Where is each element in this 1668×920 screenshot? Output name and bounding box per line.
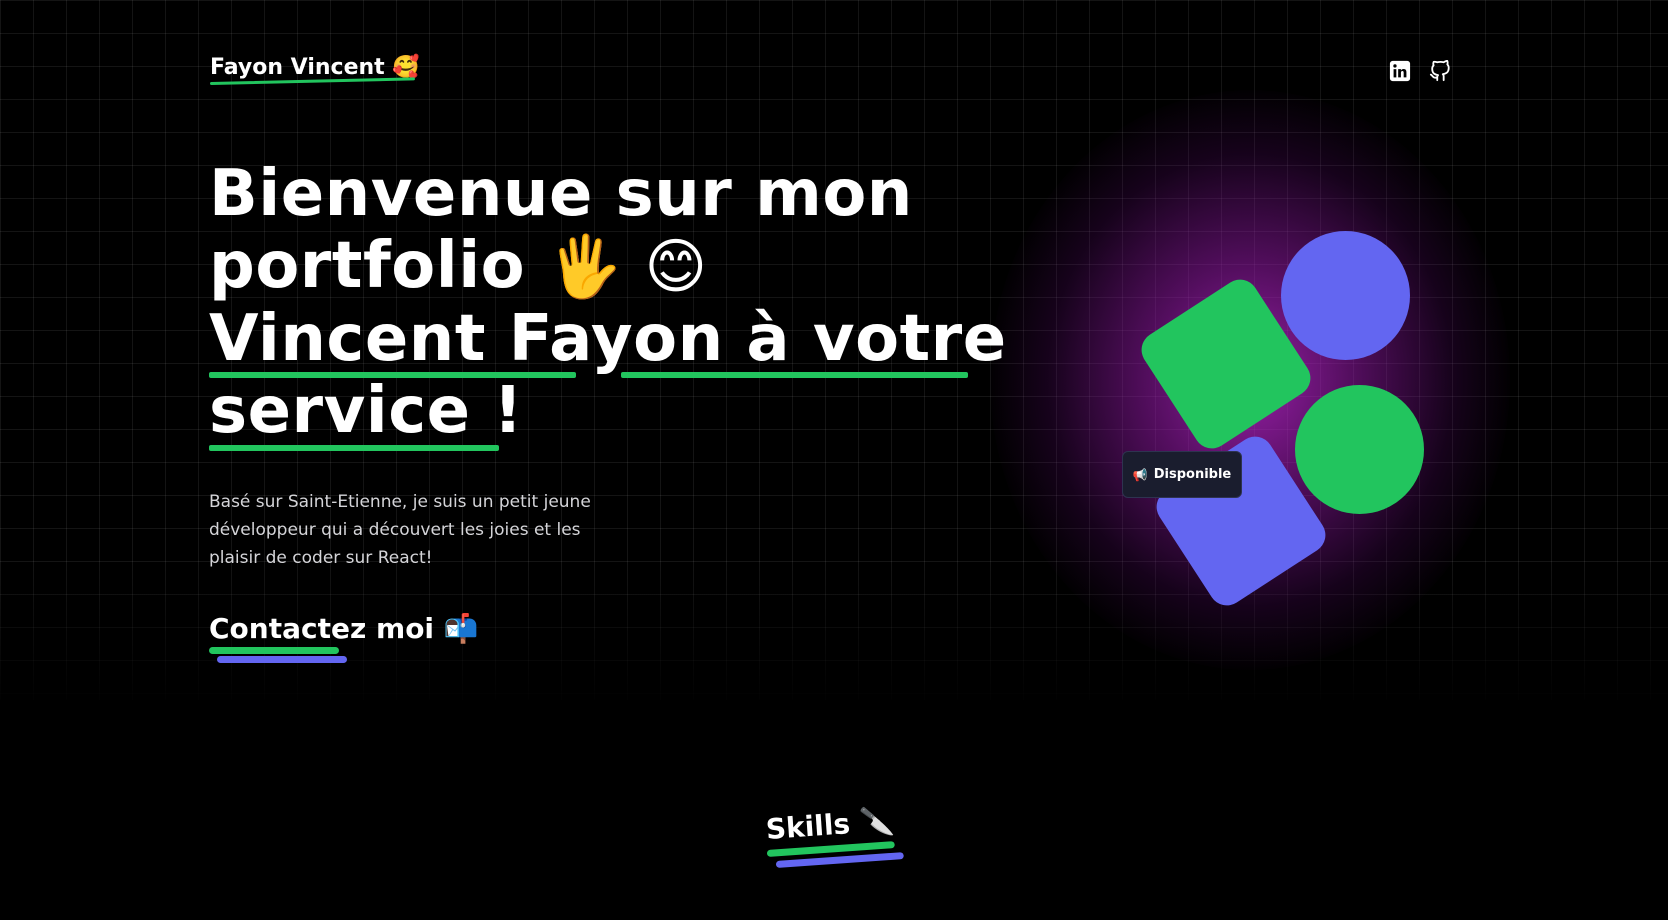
megaphone-icon: 📢 bbox=[1132, 467, 1148, 482]
skills-heading: Skills 🔪 bbox=[765, 803, 896, 848]
mailbox-emoji: 📬 bbox=[443, 612, 479, 645]
logo-emoji: 🥰 bbox=[392, 55, 420, 80]
logo-text: Fayon Vincent bbox=[210, 55, 385, 80]
linkedin-icon bbox=[1389, 60, 1411, 82]
green-circle-shape bbox=[1295, 385, 1424, 514]
availability-label: Disponible bbox=[1153, 467, 1232, 482]
hero-title-line-4: service ! bbox=[209, 374, 524, 448]
hero-title-line-1: Bienvenue sur mon bbox=[209, 157, 913, 231]
hero-title: Bienvenue sur mon portfolio 🖐️ 😊 Vincent… bbox=[209, 158, 1009, 447]
contact-label: Contactez moi bbox=[209, 612, 435, 645]
contact-link[interactable]: Contactez moi 📬 bbox=[209, 611, 479, 647]
title-underline-1 bbox=[209, 372, 576, 378]
contact-underline-green bbox=[209, 647, 339, 654]
contact-underline-purple bbox=[217, 656, 347, 663]
github-icon bbox=[1429, 59, 1450, 82]
title-underline-3 bbox=[209, 445, 499, 451]
hero-title-line-3: Vincent Fayon à votre bbox=[209, 302, 1007, 376]
title-underline-2 bbox=[621, 372, 968, 378]
purple-circle-shape bbox=[1281, 231, 1410, 360]
hero-title-line-2-text: portfolio bbox=[209, 229, 526, 303]
portfolio-page: Fayon Vincent 🥰 Bienvenue sur mon portfo… bbox=[0, 0, 1668, 920]
linkedin-link[interactable] bbox=[1389, 60, 1411, 82]
hero-description: Basé sur Saint-Etienne, je suis un petit… bbox=[209, 492, 591, 568]
knife-emoji: 🔪 bbox=[858, 804, 896, 840]
wave-smile-emojis: 🖐️ 😊 bbox=[547, 232, 708, 302]
availability-badge: 📢 Disponible bbox=[1122, 451, 1242, 498]
skills-title: Skills bbox=[764, 807, 852, 846]
hero-title-line-2: portfolio 🖐️ 😊 bbox=[209, 230, 1009, 303]
github-link[interactable] bbox=[1429, 59, 1451, 82]
